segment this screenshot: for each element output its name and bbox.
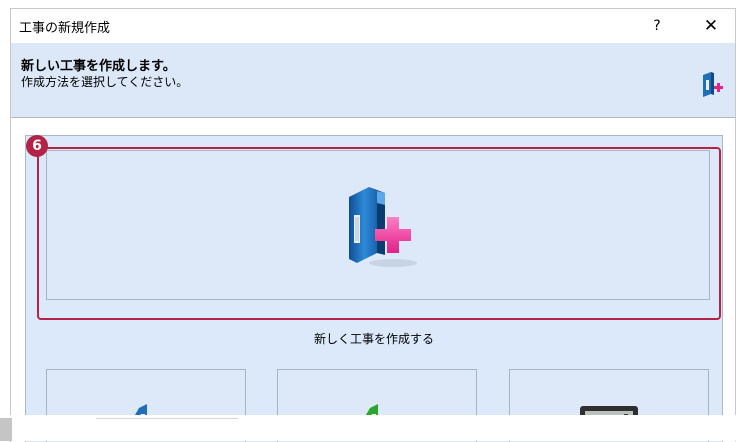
book-plus-icon [703,72,723,97]
close-button[interactable]: ✕ [693,13,729,39]
step-badge: 6 [26,135,48,157]
header-title: 新しい工事を作成します。 [21,59,176,74]
header-separator [11,117,735,118]
cutoff-line [96,418,238,419]
help-button[interactable]: ? [639,13,675,39]
create-new-project-button[interactable] [46,150,710,300]
cutoff-shadow [0,418,12,441]
new-project-dialog: 工事の新規作成 ? ✕ 新しい工事を作成します。 作成方法を選択してください。 [10,8,736,442]
header-subtitle: 作成方法を選択してください。 [21,75,189,89]
create-new-project-label: 新しく工事を作成する [313,332,434,346]
title-bar: 工事の新規作成 ? ✕ [11,9,735,43]
header-panel: 新しい工事を作成します。 作成方法を選択してください。 [11,43,735,117]
dialog-title: 工事の新規作成 [19,21,111,36]
book-plus-icon [349,187,417,267]
options-area: 新しく工事を作成する [25,135,723,442]
